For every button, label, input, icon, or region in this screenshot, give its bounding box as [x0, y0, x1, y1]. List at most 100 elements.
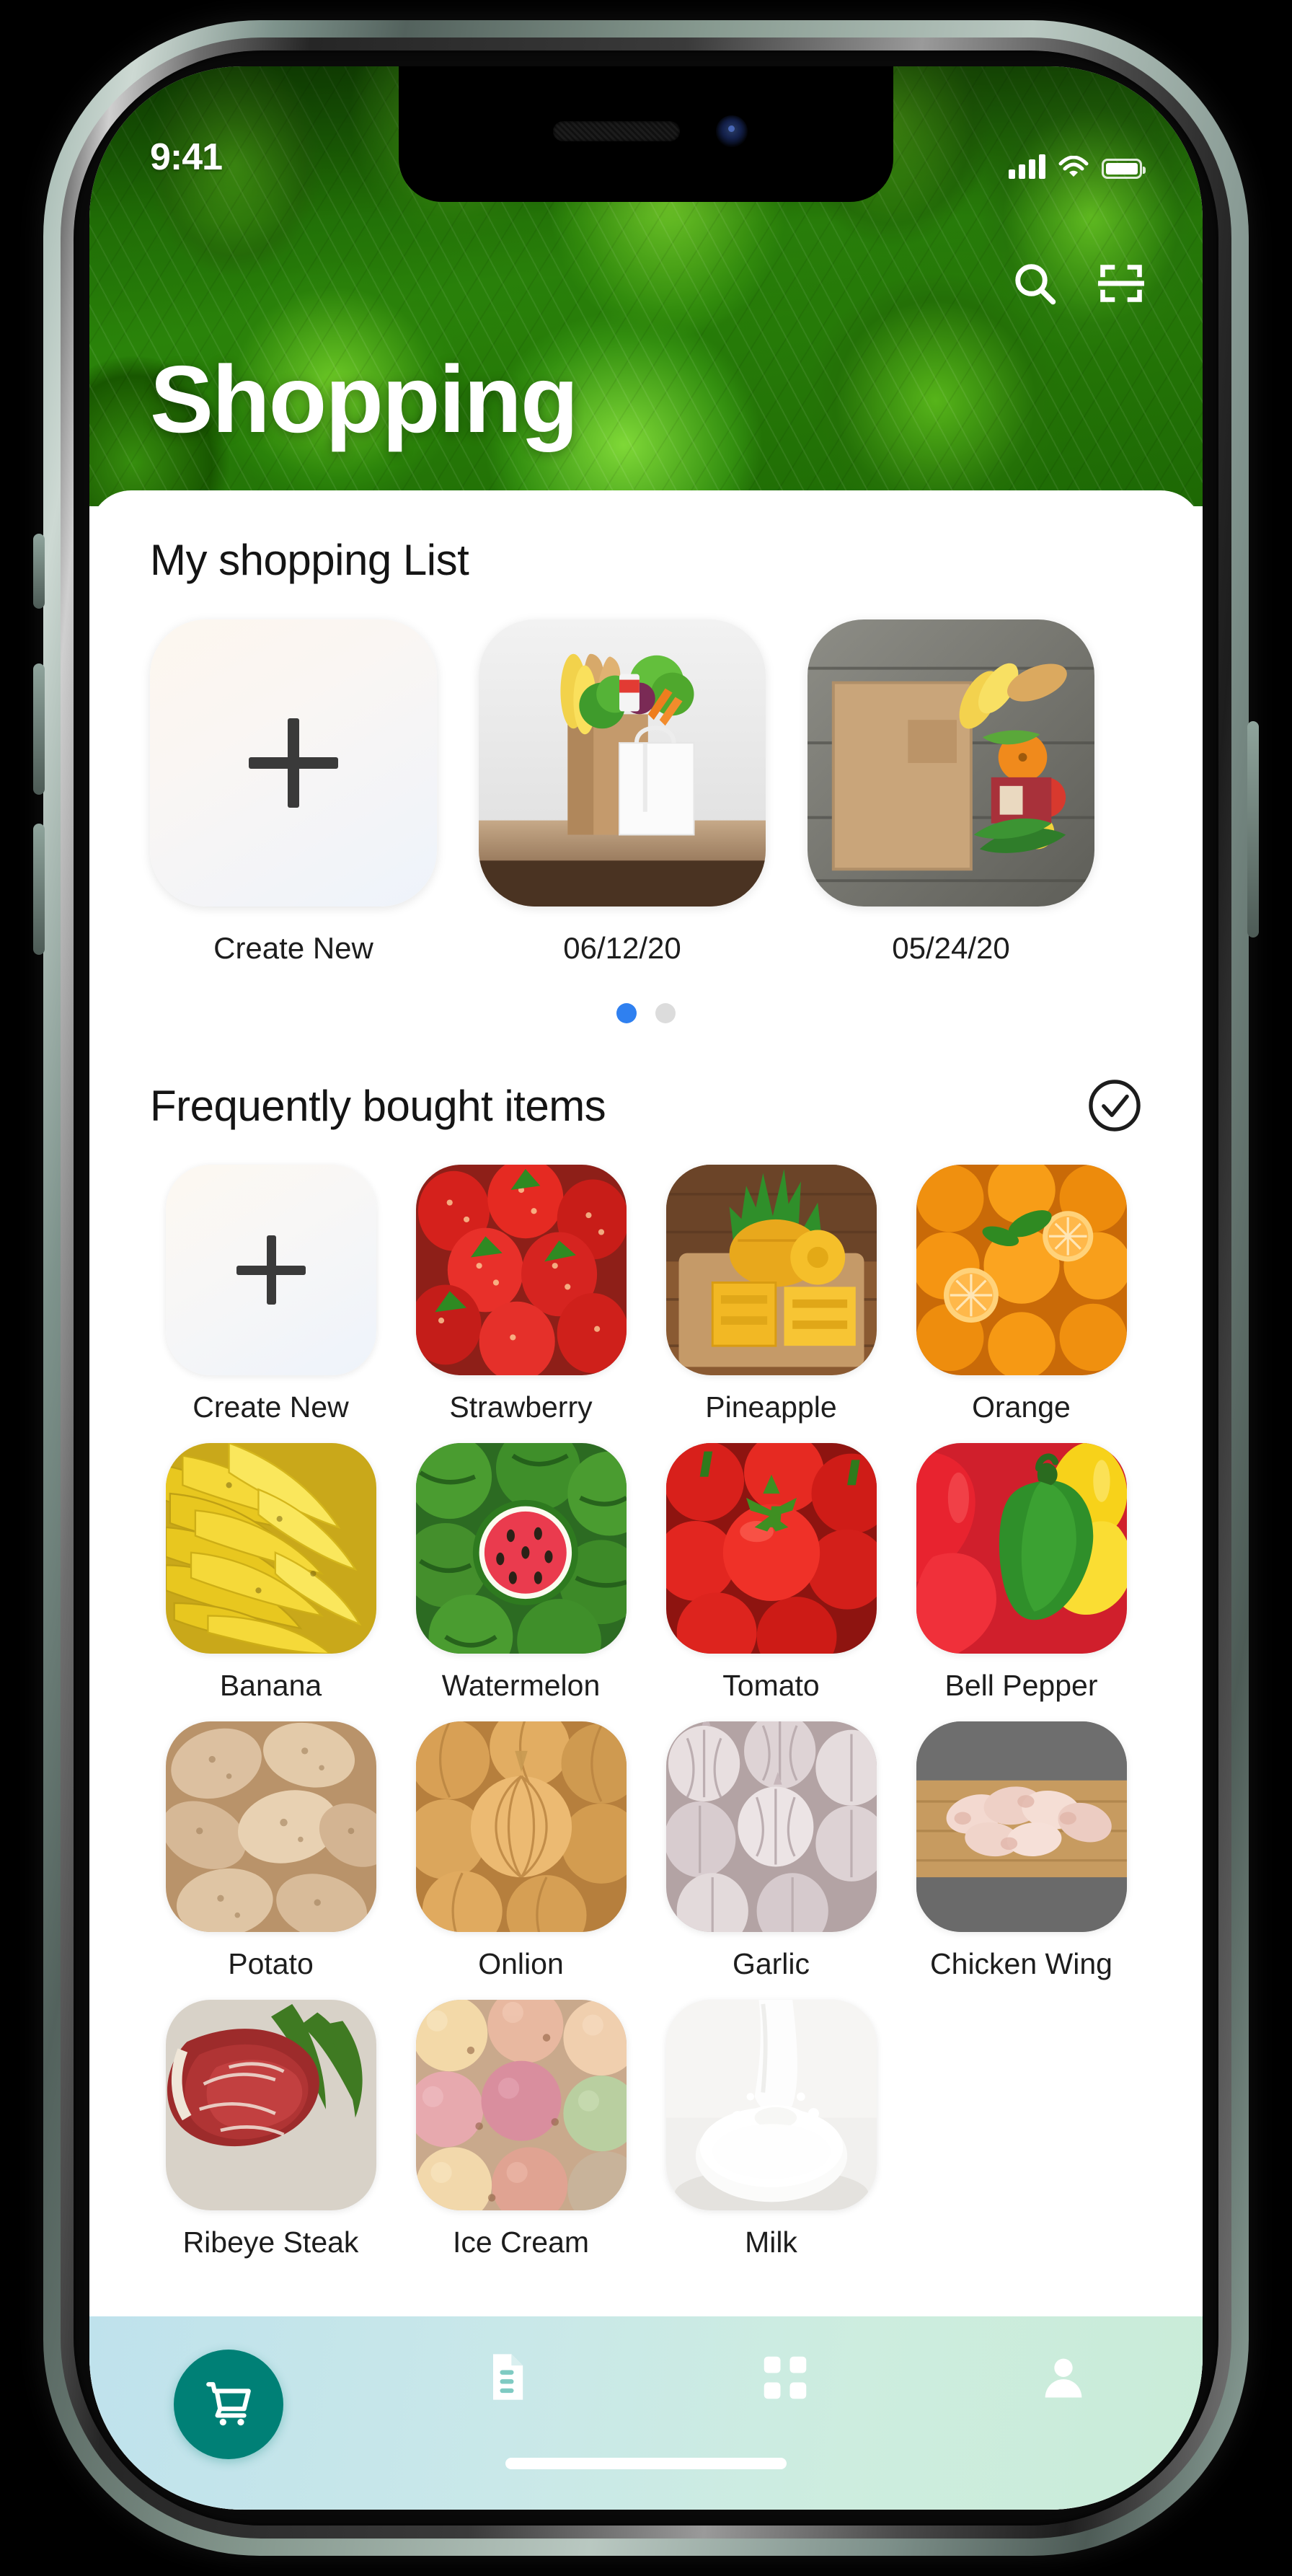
screenshot-root: Shopping 9:41 My shopping List Create Ne… — [0, 0, 1292, 2576]
tomato-photo — [665, 1442, 877, 1654]
tab-profile[interactable] — [924, 2316, 1203, 2404]
ribeye-steak-photo — [165, 1999, 376, 2210]
shopping-lists-section: My shopping List Create New 06/12/20 05/… — [89, 490, 1203, 1023]
list-thumbnail[interactable] — [479, 619, 766, 907]
home-indicator[interactable] — [505, 2458, 787, 2469]
grid-item-label: Strawberry — [449, 1390, 593, 1424]
grid-item-label: Chicken Wing — [930, 1946, 1112, 1980]
list-item[interactable]: 06/12/20 — [479, 619, 766, 966]
item-thumbnail[interactable] — [165, 1442, 376, 1654]
grid-item-label: Create New — [193, 1390, 349, 1424]
create-new-list-tile[interactable] — [150, 619, 437, 907]
tab-lists[interactable] — [368, 2316, 646, 2404]
content-sheet: My shopping List Create New 06/12/20 05/… — [89, 490, 1203, 2510]
grid-item-label: Tomato — [722, 1668, 820, 1702]
plus-icon — [249, 718, 338, 808]
potato-photo — [165, 1721, 376, 1932]
list-item-label: 06/12/20 — [563, 931, 681, 965]
grid-item-milk[interactable]: Milk — [646, 1999, 896, 2259]
grid-item-create-new[interactable]: Create New — [146, 1165, 396, 1424]
grid-item-watermelon[interactable]: Watermelon — [396, 1442, 646, 1703]
grid-item-strawberry[interactable]: Strawberry — [396, 1165, 646, 1424]
item-thumbnail[interactable] — [665, 1165, 877, 1375]
paper-bag-groceries-photo — [808, 619, 1094, 907]
item-thumbnail[interactable] — [916, 1165, 1127, 1375]
header-actions — [1011, 260, 1145, 307]
banana-photo — [165, 1442, 376, 1654]
cart-icon — [206, 2382, 251, 2426]
item-thumbnail[interactable] — [665, 1721, 877, 1932]
grid-item-label: Potato — [228, 1946, 314, 1980]
scan-icon[interactable] — [1097, 260, 1145, 307]
item-thumbnail[interactable] — [916, 1442, 1127, 1654]
grid-item-potato[interactable]: Potato — [146, 1721, 396, 1981]
onion-photo — [415, 1721, 627, 1932]
item-thumbnail[interactable] — [415, 1721, 627, 1932]
search-icon[interactable] — [1011, 260, 1058, 307]
grid-item-label: Onlion — [478, 1946, 564, 1980]
bottom-tab-bar — [89, 2316, 1203, 2510]
item-thumbnail[interactable] — [415, 1999, 627, 2210]
grid-item-garlic[interactable]: Garlic — [646, 1721, 896, 1981]
grid-item-tomato[interactable]: Tomato — [646, 1442, 896, 1703]
create-new-item-tile[interactable] — [165, 1165, 376, 1375]
frequently-bought-section: Frequently bought items Create New Straw… — [89, 1078, 1203, 2476]
item-thumbnail[interactable] — [415, 1442, 627, 1654]
list-thumbnail[interactable] — [808, 619, 1094, 907]
front-camera — [716, 115, 748, 147]
item-thumbnail[interactable] — [665, 1442, 877, 1654]
tab-cart[interactable] — [89, 2316, 368, 2459]
item-thumbnail[interactable] — [916, 1721, 1127, 1932]
person-icon — [1045, 2358, 1082, 2398]
page-title: Shopping — [150, 346, 579, 452]
grid-item-label: Orange — [972, 1390, 1071, 1424]
frequently-bought-title: Frequently bought items — [150, 1081, 606, 1130]
carousel-pagination[interactable] — [89, 1003, 1203, 1023]
grid-item-label: Banana — [219, 1668, 322, 1702]
grid-item-label: Bell Pepper — [944, 1668, 1098, 1702]
item-thumbnail[interactable] — [165, 1999, 376, 2210]
milk-photo — [665, 1999, 877, 2210]
pineapple-photo — [665, 1165, 877, 1375]
shopping-lists-carousel[interactable]: Create New 06/12/20 05/24/20 — [89, 585, 1203, 966]
grid-item-onion[interactable]: Onlion — [396, 1721, 646, 1981]
volume-up-button[interactable] — [33, 663, 45, 795]
pagination-dot-inactive[interactable] — [655, 1003, 676, 1023]
bell-pepper-photo — [916, 1442, 1127, 1654]
grid-item-ice-cream[interactable]: Ice Cream — [396, 1999, 646, 2259]
active-tab-indicator — [174, 2350, 283, 2459]
grid-item-orange[interactable]: Orange — [896, 1165, 1146, 1424]
document-icon — [493, 2354, 523, 2400]
list-item[interactable]: Create New — [150, 619, 437, 966]
orange-photo — [916, 1165, 1127, 1375]
notch — [399, 66, 893, 202]
chicken-wing-photo — [916, 1721, 1127, 1932]
grid-item-bell-pepper[interactable]: Bell Pepper — [896, 1442, 1146, 1703]
grid-item-banana[interactable]: Banana — [146, 1442, 396, 1703]
tab-categories[interactable] — [646, 2316, 924, 2406]
shopping-lists-title: My shopping List — [150, 536, 469, 584]
grid-item-ribeye-steak[interactable]: Ribeye Steak — [146, 1999, 396, 2259]
phone-screen: Shopping 9:41 My shopping List Create Ne… — [89, 66, 1203, 2510]
plus-icon — [236, 1235, 306, 1305]
frequently-bought-header: Frequently bought items — [89, 1078, 1203, 1133]
watermelon-photo — [415, 1442, 627, 1654]
grid-item-label: Pineapple — [705, 1390, 837, 1424]
item-thumbnail[interactable] — [665, 1999, 877, 2210]
grocery-bags-photo — [479, 619, 766, 907]
volume-down-button[interactable] — [33, 824, 45, 955]
grid-item-pineapple[interactable]: Pineapple — [646, 1165, 896, 1424]
item-thumbnail[interactable] — [415, 1165, 627, 1375]
check-circle-icon[interactable] — [1087, 1078, 1142, 1133]
ice-cream-photo — [415, 1999, 627, 2210]
list-item-label: 05/24/20 — [892, 931, 1010, 965]
mute-switch[interactable] — [33, 534, 45, 609]
pagination-dot-active[interactable] — [616, 1003, 637, 1023]
power-button[interactable] — [1247, 721, 1259, 938]
earpiece-speaker — [553, 121, 680, 141]
shopping-lists-header: My shopping List — [89, 535, 1203, 585]
item-thumbnail[interactable] — [165, 1721, 376, 1932]
grid-item-label: Garlic — [732, 1946, 810, 1980]
grid-item-chicken-wing[interactable]: Chicken Wing — [896, 1721, 1146, 1981]
list-item[interactable]: 05/24/20 — [808, 619, 1094, 966]
